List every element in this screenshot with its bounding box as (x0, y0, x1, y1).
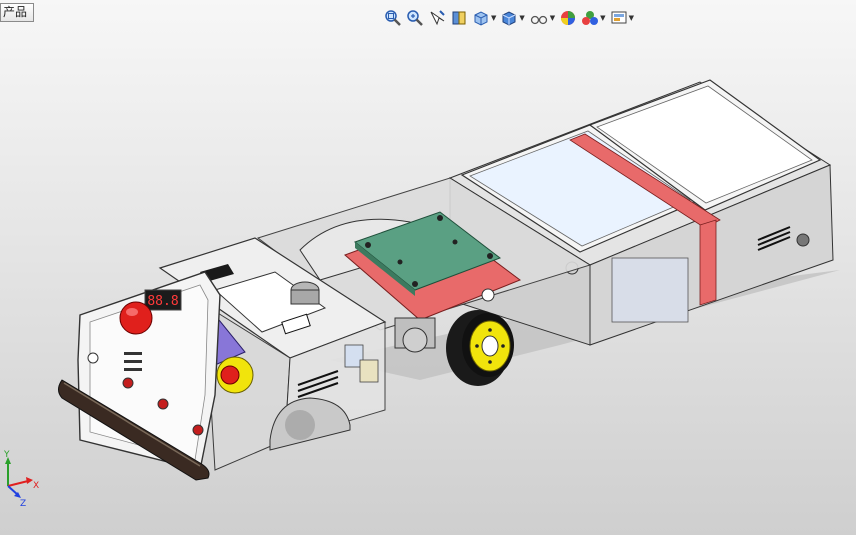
drive-wheel (446, 310, 514, 386)
rear-battery-enclosure (448, 79, 834, 346)
z-axis-label: Z (20, 499, 26, 508)
coordinate-triad: Y X Z (3, 450, 39, 508)
x-axis-line (7, 480, 29, 487)
3d-graphics-viewport[interactable]: 产品 ▼ ▼ ▼ ▼ ▼ 88.8 Y X Z (0, 0, 856, 535)
speed-readout: 88.8 (147, 294, 178, 309)
agv-cart-model[interactable]: 88.8 (0, 0, 856, 535)
y-axis-label: Y (3, 450, 10, 460)
x-axis-label: X (33, 481, 39, 491)
